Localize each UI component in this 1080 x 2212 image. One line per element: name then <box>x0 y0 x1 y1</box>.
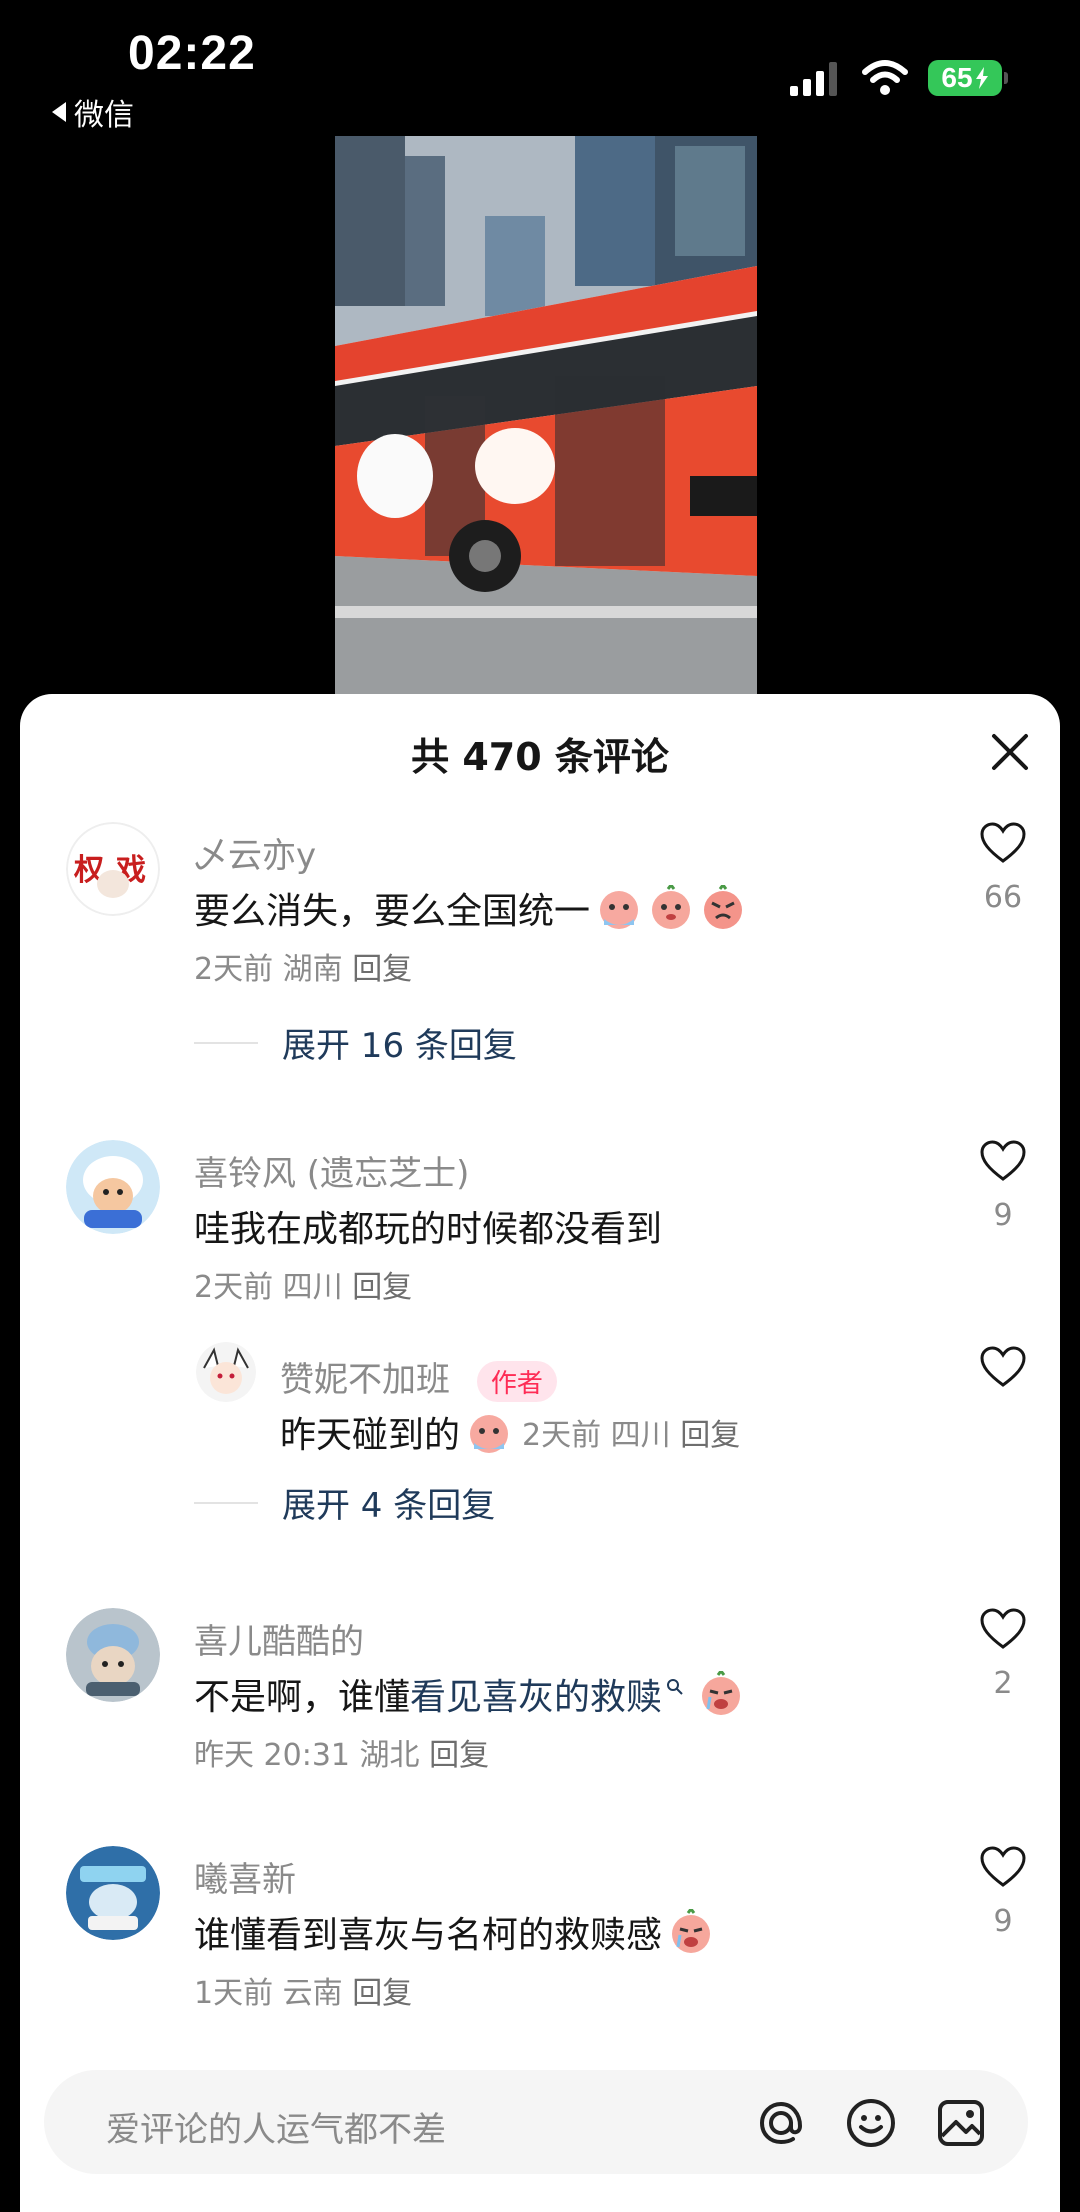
comment-count-title: 共 470 条评论 <box>411 735 669 779</box>
comment-text: 哇我在成都玩的时候都没看到 <box>194 1209 663 1250</box>
cellular-signal-icon <box>790 62 837 96</box>
comment-sheet: 共 470 条评论 权 戏 乄云亦y 要么消失，要么全国统一 2天前 湖南 回复 <box>20 694 1060 2212</box>
comment-author[interactable]: 乄云亦y <box>194 828 316 877</box>
at-icon[interactable] <box>754 2096 808 2150</box>
comment-meta: 昨天 20:31 湖北 回复 <box>194 1738 490 1773</box>
reply-author[interactable]: 赞妮不加班 作者 <box>280 1352 557 1402</box>
reply-button[interactable]: 回复 <box>429 1738 489 1773</box>
comment-text: 不是啊，谁懂 看见喜灰的救赎 <box>194 1668 744 1720</box>
angry-emoji-icon <box>704 885 743 929</box>
image-icon[interactable] <box>934 2096 988 2150</box>
comment-author[interactable]: 喜铃风 (遗忘芝士) <box>194 1146 469 1195</box>
crying-emoji-icon <box>470 1415 509 1453</box>
video-player[interactable] <box>335 136 757 696</box>
like-count: 9 <box>993 1198 1013 1233</box>
reply-text: 昨天碰到的 2天前 四川 回复 <box>280 1406 740 1458</box>
like-count: 2 <box>993 1666 1013 1701</box>
reply-button[interactable]: 回复 <box>680 1418 740 1453</box>
clock: 02:22 <box>128 27 256 80</box>
reply-meta: 2天前 四川 回复 <box>522 1418 741 1453</box>
pouting-emoji-icon <box>652 885 691 929</box>
search-link[interactable]: 看见喜灰的救赎 <box>410 1668 662 1720</box>
smiley-icon[interactable] <box>844 2096 898 2150</box>
expand-replies-button[interactable]: 展开 16 条回复 <box>194 1018 517 1067</box>
comment-input-placeholder[interactable]: 爱评论的人运气都不差 <box>106 2102 446 2151</box>
comment-meta: 1天前 云南 回复 <box>194 1976 413 2011</box>
avatar[interactable] <box>66 1140 160 1234</box>
avatar[interactable] <box>66 1846 160 1940</box>
heart-outline-icon[interactable] <box>980 1346 1026 1388</box>
like-count: 9 <box>993 1904 1013 1939</box>
crying-emoji-icon <box>600 891 639 929</box>
video-frame <box>335 136 757 696</box>
battery-level: 65 <box>941 62 973 93</box>
comment-author[interactable]: 喜儿酷酷的 <box>194 1614 364 1663</box>
status-bar: 02:22 微信 65 <box>0 0 1080 133</box>
avatar[interactable]: 权 戏 <box>66 822 160 916</box>
divider <box>194 1041 258 1044</box>
reply-button[interactable]: 回复 <box>352 1270 412 1305</box>
expand-replies-button[interactable]: 展开 4 条回复 <box>194 1478 495 1527</box>
comment-meta: 2天前 四川 回复 <box>194 1270 413 1305</box>
author-badge: 作者 <box>476 1361 557 1402</box>
back-to-app-button[interactable]: 微信 <box>52 90 134 134</box>
search-icon <box>667 1679 683 1695</box>
reply-button[interactable]: 回复 <box>352 1976 412 2011</box>
comment-meta: 2天前 湖南 回复 <box>194 952 413 987</box>
comment-author[interactable]: 曦喜新 <box>194 1852 296 1901</box>
crying-emoji-icon <box>702 1671 741 1715</box>
like-count: 66 <box>983 880 1023 915</box>
crying-emoji-icon <box>672 1909 711 1953</box>
back-arrow-icon <box>52 102 66 122</box>
heart-outline-icon[interactable] <box>980 1140 1026 1182</box>
comment-text: 谁懂看到喜灰与名柯的救赎感 <box>194 1906 714 1958</box>
back-app-label: 微信 <box>74 98 134 133</box>
battery-nub <box>1004 72 1008 84</box>
divider <box>194 1501 258 1504</box>
heart-outline-icon[interactable] <box>980 1608 1026 1650</box>
comment-text: 要么消失，要么全国统一 <box>194 882 746 934</box>
avatar[interactable] <box>66 1608 160 1702</box>
close-icon[interactable] <box>988 730 1032 774</box>
reply-avatar[interactable] <box>196 1342 256 1402</box>
heart-outline-icon[interactable] <box>980 822 1026 864</box>
battery-indicator: 65 <box>928 60 1002 96</box>
wifi-icon <box>862 60 908 95</box>
charging-bolt-icon <box>975 67 988 89</box>
comment-input-bar[interactable]: 爱评论的人运气都不差 <box>44 2070 1028 2174</box>
heart-outline-icon[interactable] <box>980 1846 1026 1888</box>
reply-button[interactable]: 回复 <box>352 952 412 987</box>
